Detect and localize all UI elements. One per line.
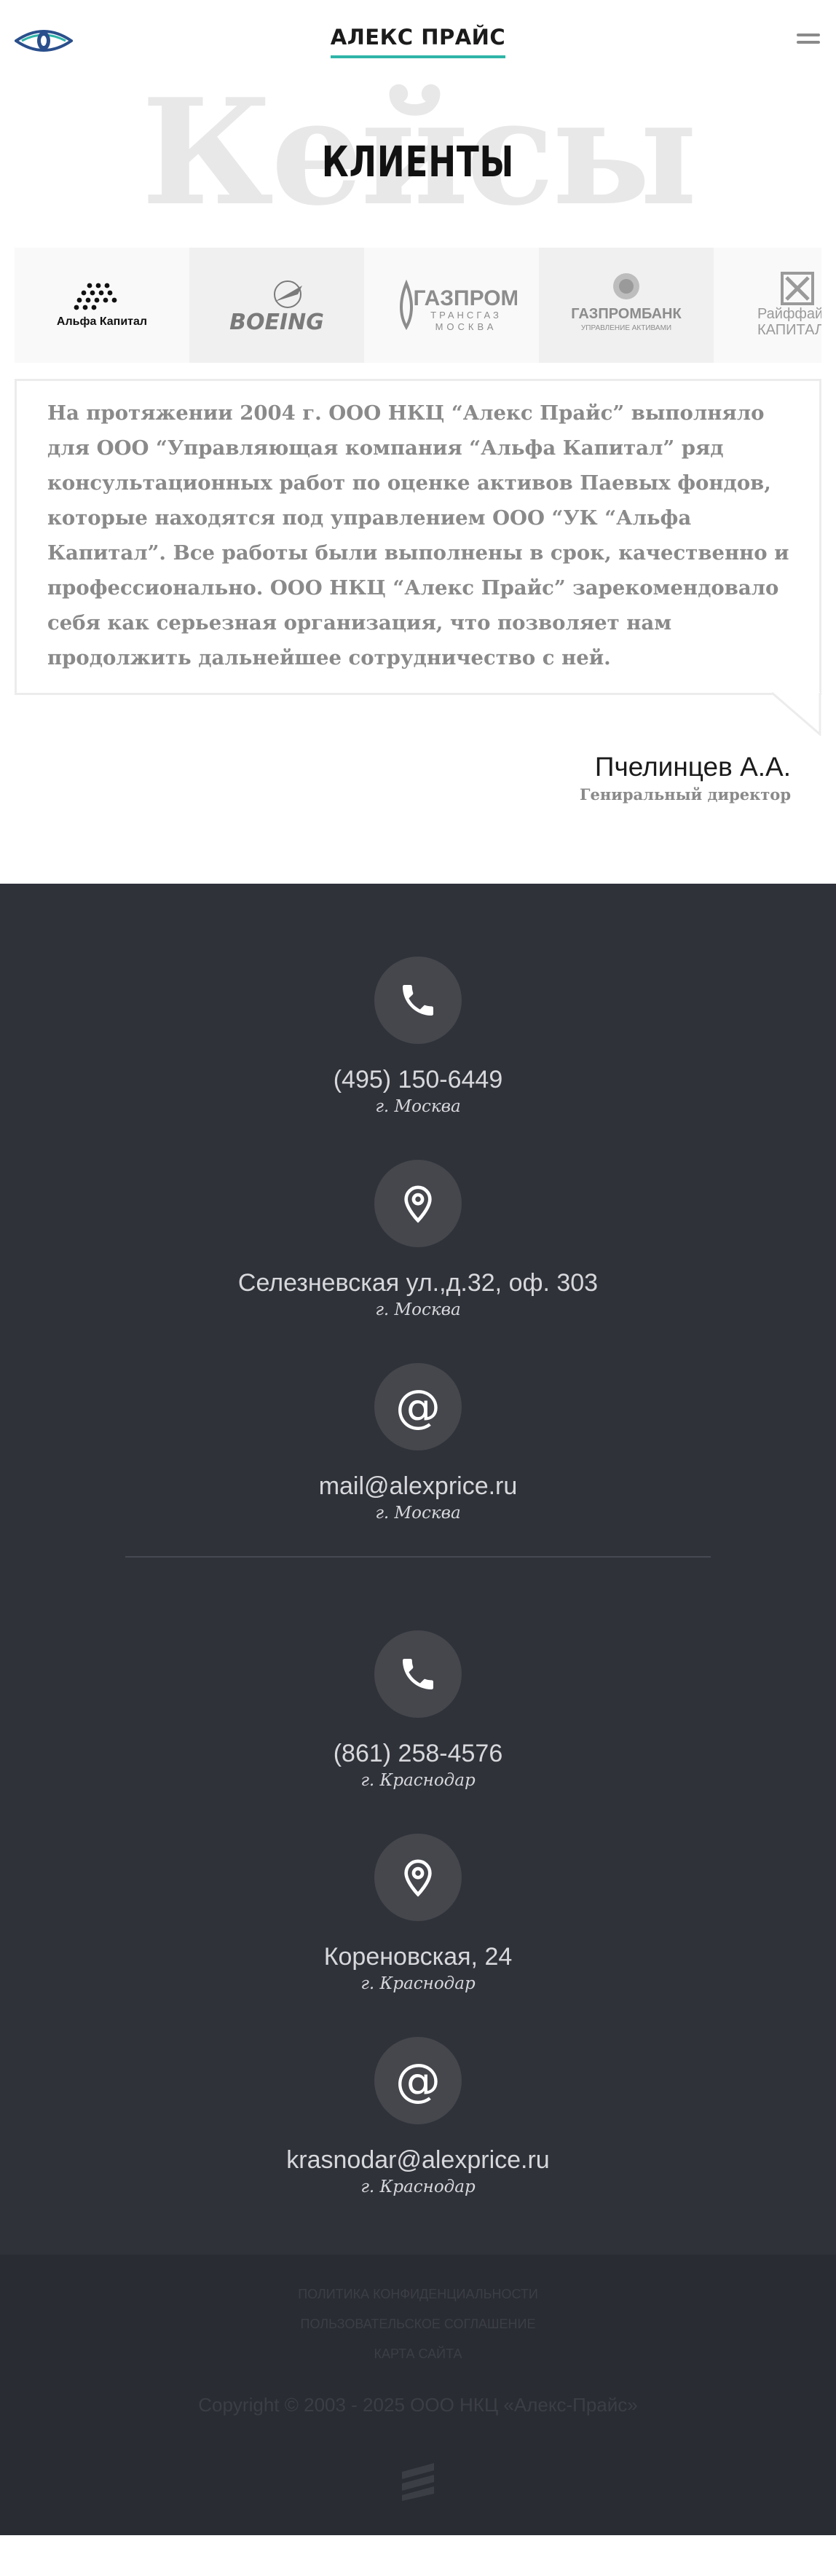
author-name: Пчелинцев А.А. [594,752,791,782]
client-gazprom-transgaz[interactable]: ГАЗПРОМ ТРАНСГАЗ МОСКВА [364,248,539,363]
contact-address-moscow: Селезневская ул.,д.32, оф. 303 г. Москва [0,1160,836,1319]
client-name: Альфа Капитал [57,315,147,328]
phone-icon[interactable] [374,1630,462,1718]
brand-title[interactable]: АЛЕКС ПРАЙС [0,25,836,58]
contacts-krasnodar: (861) 258-4576 г. Краснодар Кореновская,… [0,1630,836,2196]
studio-logo-icon[interactable] [396,2459,440,2502]
hamburger-menu-icon[interactable] [797,34,820,48]
contact-phone-krasnodar: (861) 258-4576 г. Краснодар [0,1630,836,1790]
contact-address-krasnodar: Кореновская, 24 г. Краснодар [0,1834,836,1993]
raiffeisen-logo-icon: Райффай КАПИТАЛ [757,272,821,338]
client-name: ГАЗПРОМ [413,286,517,310]
client-sub: ТРАНСГАЗ [430,310,502,321]
contact-email-value[interactable]: krasnodar@alexprice.ru [0,2146,836,2175]
privacy-policy-link[interactable]: ПОЛИТИКА КОНФИДЕНЦИАЛЬНОСТИ [0,2287,836,2302]
section-title-block: Кейсы КЛИЕНТЫ [0,80,836,240]
contact-address-value[interactable]: Кореновская, 24 [0,1943,836,1971]
client-sub2: МОСКВА [435,321,497,332]
client-name: BOEING [229,310,324,335]
contact-email-krasnodar: @ krasnodar@alexprice.ru г. Краснодар [0,2037,836,2196]
gazprombank-logo-icon: ГАЗПРОМБАНК УПРАВЛЕНИЕ АКТИВАМИ [571,273,682,332]
testimonial-text: На протяжении 2004 г. ООО НКЦ “Алекс Пра… [15,379,821,695]
contacts-moscow: (495) 150-6449 г. Москва Селезневская ул… [0,957,836,1523]
site-footer: ПОЛИТИКА КОНФИДЕНЦИАЛЬНОСТИ ПОЛЬЗОВАТЕЛЬ… [0,2255,836,2535]
contact-address-value[interactable]: Селезневская ул.,д.32, оф. 303 [0,1269,836,1297]
map-pin-icon[interactable] [374,1834,462,1921]
at-icon[interactable]: @ [374,2037,462,2124]
contact-city: г. Москва [375,1097,461,1116]
page-title: КЛИЕНТЫ [321,137,515,186]
at-icon[interactable]: @ [374,1363,462,1450]
client-name: Райффай [757,306,821,322]
phone-icon[interactable] [374,957,462,1044]
sitemap-link[interactable]: КАРТА САЙТА [0,2347,836,2362]
brand-name[interactable]: АЛЕКС ПРАЙС [330,25,506,58]
client-boeing[interactable]: BOEING [189,248,364,363]
contact-city: г. Краснодар [360,1974,476,1993]
testimonial: На протяжении 2004 г. ООО НКЦ “Алекс Пра… [15,379,821,736]
testimonial-author: Пчелинцев А.А. Гениральный директор [0,752,836,804]
contact-phone-value[interactable]: (861) 258-4576 [0,1740,836,1768]
client-sub: УПРАВЛЕНИЕ АКТИВАМИ [581,324,671,332]
client-gazprombank[interactable]: ГАЗПРОМБАНК УПРАВЛЕНИЕ АКТИВАМИ [539,248,714,363]
contact-city: г. Краснодар [360,2178,476,2196]
contacts-divider [125,1556,711,1558]
client-alfa-capital[interactable]: Альфа Капитал [15,248,189,363]
alfa-capital-logo-icon: Альфа Капитал [57,283,147,328]
speech-bubble-tail [757,692,821,736]
contact-phone-moscow: (495) 150-6449 г. Москва [0,957,836,1116]
boeing-logo-icon: BOEING [229,280,324,335]
contact-city: г. Москва [375,1300,461,1319]
contact-email-value[interactable]: mail@alexprice.ru [0,1472,836,1501]
contacts-section: (495) 150-6449 г. Москва Селезневская ул… [0,884,836,2255]
copyright: Copyright © 2003 - 2025 ООО НКЦ «Алекс-П… [198,2394,638,2416]
site-header: АЛЕКС ПРАЙС [0,0,836,80]
client-raiffeisen[interactable]: Райффай КАПИТАЛ [714,248,821,363]
contact-city: г. Краснодар [360,1771,476,1790]
clients-carousel[interactable]: Альфа Капитал BOEING ГАЗПРОМ ТРАНСГАЗ МО… [15,248,821,363]
contact-email-moscow: @ mail@alexprice.ru г. Москва [0,1363,836,1523]
contact-city: г. Москва [375,1504,461,1523]
contact-phone-value[interactable]: (495) 150-6449 [0,1066,836,1094]
user-agreement-link[interactable]: ПОЛЬЗОВАТЕЛЬСКОЕ СОГЛАШЕНИЕ [0,2317,836,2332]
client-name: ГАЗПРОМБАНК [571,306,682,322]
author-role: Гениральный директор [580,785,791,804]
map-pin-icon[interactable] [374,1160,462,1247]
client-sub: КАПИТАЛ [757,322,821,338]
gazprom-logo-icon: ГАЗПРОМ ТРАНСГАЗ МОСКВА [400,279,517,332]
